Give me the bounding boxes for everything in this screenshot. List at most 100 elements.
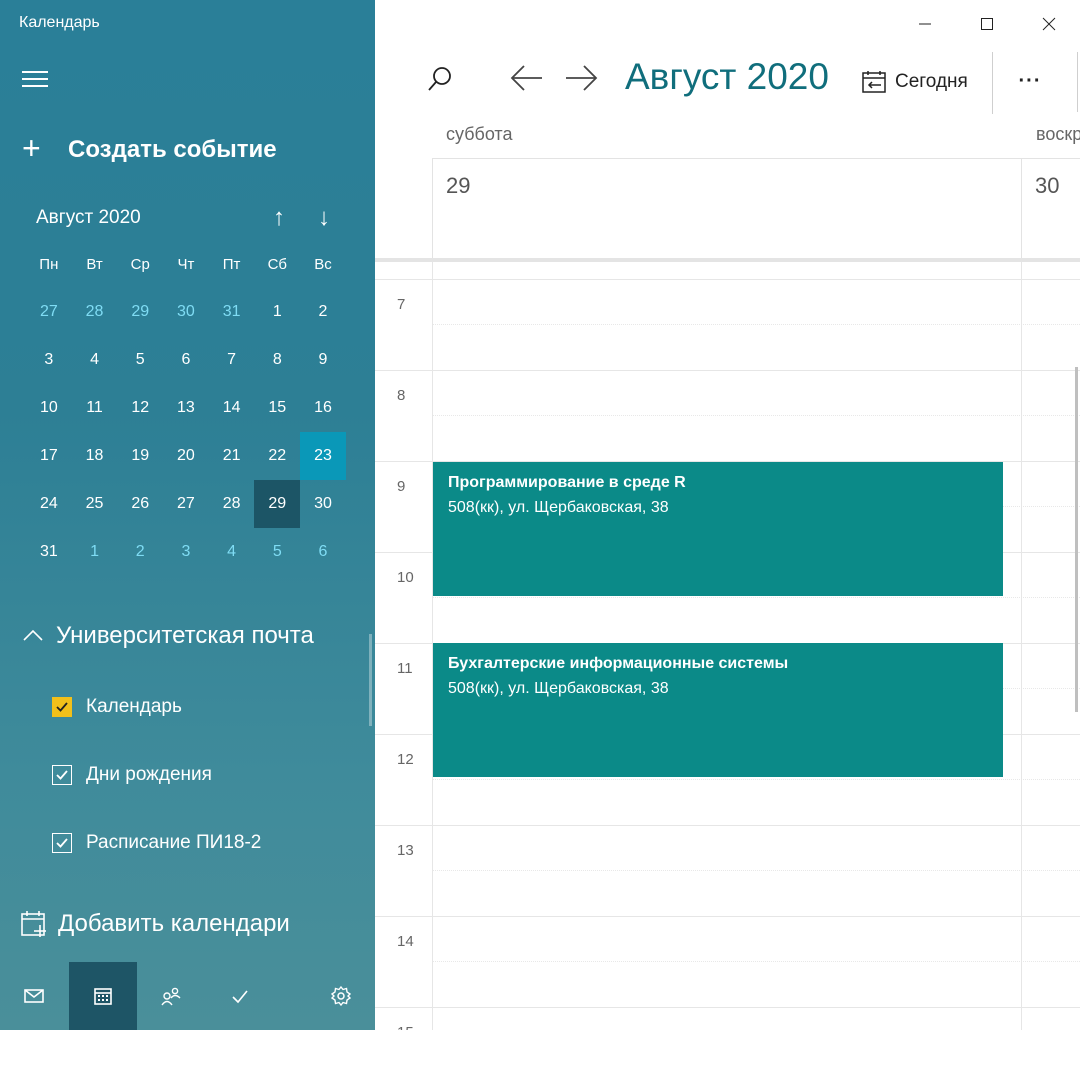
day-column-header[interactable]: 29 <box>432 159 1022 261</box>
today-label: Сегодня <box>895 71 968 92</box>
mini-calendar-day[interactable]: 31 <box>26 528 72 576</box>
mini-calendar-day[interactable]: 6 <box>163 336 209 384</box>
mini-calendar-day[interactable]: 4 <box>209 528 255 576</box>
arrow-left-icon[interactable] <box>509 62 545 94</box>
mini-calendar-day[interactable]: 30 <box>163 288 209 336</box>
weekday-header: воскресенье <box>1036 124 1080 144</box>
mini-calendar-day[interactable]: 28 <box>72 288 118 336</box>
mini-calendar-day[interactable]: 19 <box>117 432 163 480</box>
arrow-down-icon[interactable]: ↓ <box>311 204 337 232</box>
mini-calendar-day[interactable]: 17 <box>26 432 72 480</box>
create-event-label: Создать событие <box>68 136 277 163</box>
mini-calendar-day[interactable]: 20 <box>163 432 209 480</box>
half-hour-line <box>432 415 1080 416</box>
hour-label: 15 <box>397 1024 414 1030</box>
mini-calendar-month[interactable]: Август 2020 <box>36 207 141 228</box>
hour-label: 8 <box>397 387 406 404</box>
mini-calendar-day[interactable]: 31 <box>209 288 255 336</box>
mini-calendar-day[interactable]: 25 <box>72 480 118 528</box>
calendar-toggle-birthdays[interactable]: Дни рождения <box>52 764 212 786</box>
mini-calendar-day[interactable]: 10 <box>26 384 72 432</box>
people-icon[interactable] <box>137 962 205 1030</box>
mini-calendar-week: 27 28 29 30 31 1 2 <box>26 288 346 336</box>
mini-calendar-day[interactable]: 21 <box>209 432 255 480</box>
mini-calendar-day[interactable]: 27 <box>26 288 72 336</box>
hour-label: 14 <box>397 933 414 950</box>
mini-calendar-today[interactable]: 23 <box>300 432 346 480</box>
minimize-icon[interactable] <box>894 0 956 48</box>
mini-calendar-day[interactable]: 13 <box>163 384 209 432</box>
mini-calendar-day[interactable]: 2 <box>300 288 346 336</box>
mini-calendar-day[interactable]: 18 <box>72 432 118 480</box>
todo-icon[interactable] <box>206 962 274 1030</box>
mini-calendar-day[interactable]: 1 <box>72 528 118 576</box>
create-event-button[interactable]: + Создать событие <box>22 132 277 168</box>
day-column-header[interactable]: 30 <box>1021 159 1080 261</box>
more-options-button[interactable]: ··· <box>1015 66 1045 96</box>
checkbox-checked-icon[interactable] <box>52 833 72 853</box>
mini-calendar-day[interactable]: 27 <box>163 480 209 528</box>
hour-row[interactable]: 14 <box>375 916 1080 1007</box>
hour-line <box>375 916 1080 917</box>
calendar-toggle-calendar[interactable]: Календарь <box>52 696 182 718</box>
mini-calendar-day[interactable]: 29 <box>117 288 163 336</box>
grid-scrollbar[interactable] <box>1075 367 1078 712</box>
hour-row[interactable]: 8 <box>375 370 1080 461</box>
checkbox-checked-icon[interactable] <box>52 697 72 717</box>
mini-calendar-day[interactable]: 12 <box>117 384 163 432</box>
calendar-icon[interactable] <box>69 962 137 1030</box>
mini-calendar-day[interactable]: 6 <box>300 528 346 576</box>
hamburger-menu-icon[interactable] <box>22 68 48 90</box>
hour-row[interactable]: 7 <box>375 279 1080 370</box>
hour-line <box>375 1007 1080 1008</box>
hour-label: 9 <box>397 478 406 495</box>
mini-calendar-day[interactable]: 3 <box>163 528 209 576</box>
mini-calendar-day[interactable]: 14 <box>209 384 255 432</box>
hour-row[interactable]: 15 <box>375 1007 1080 1030</box>
hour-label: 7 <box>397 296 406 313</box>
mini-calendar-selected-day[interactable]: 29 <box>254 480 301 528</box>
hour-label: 10 <box>397 569 414 586</box>
hour-label: 12 <box>397 751 414 768</box>
add-calendars-label: Добавить календари <box>58 910 290 937</box>
mini-calendar-day[interactable]: 5 <box>254 528 300 576</box>
mini-calendar-day[interactable]: 3 <box>26 336 72 384</box>
mini-calendar-day[interactable]: 1 <box>254 288 300 336</box>
mini-calendar-day[interactable]: 26 <box>117 480 163 528</box>
calendar-event[interactable]: Программирование в среде R 508(кк), ул. … <box>433 462 1003 596</box>
mini-calendar-day[interactable]: 16 <box>300 384 346 432</box>
calendar-toggle-schedule[interactable]: Расписание ПИ18-2 <box>52 832 261 854</box>
mini-calendar-day[interactable]: 28 <box>209 480 255 528</box>
today-button[interactable]: Сегодня <box>861 66 968 98</box>
mail-icon[interactable] <box>0 962 68 1030</box>
weekday-label: Чт <box>177 255 195 273</box>
mini-calendar-day[interactable]: 24 <box>26 480 72 528</box>
calendar-event[interactable]: Бухгалтерские информационные системы 508… <box>433 643 1003 777</box>
mini-calendar-day[interactable]: 8 <box>254 336 300 384</box>
mini-calendar-day[interactable]: 22 <box>254 432 300 480</box>
hour-row[interactable]: 13 <box>375 825 1080 916</box>
mini-calendar-day[interactable]: 7 <box>209 336 255 384</box>
settings-icon[interactable] <box>307 962 375 1030</box>
current-month-title[interactable]: Август 2020 <box>625 56 829 98</box>
mini-calendar-day[interactable]: 4 <box>72 336 118 384</box>
mini-calendar-day[interactable]: 11 <box>72 384 118 432</box>
checkbox-checked-icon[interactable] <box>52 765 72 785</box>
mini-calendar-week: 3456789 <box>26 336 346 384</box>
add-calendars-button[interactable]: Добавить календари <box>20 910 290 938</box>
sidebar-scrollbar[interactable] <box>369 634 372 726</box>
arrow-right-icon[interactable] <box>563 62 599 94</box>
mini-calendar-day[interactable]: 9 <box>300 336 346 384</box>
hour-line <box>375 370 1080 371</box>
close-icon[interactable] <box>1018 0 1080 48</box>
time-grid[interactable]: 7 8 9 10 11 12 13 14 15 Программирование в среде… <box>375 262 1080 1030</box>
mini-calendar-day[interactable]: 5 <box>117 336 163 384</box>
mini-calendar-day[interactable]: 15 <box>254 384 300 432</box>
mini-calendar-day[interactable]: 30 <box>300 480 346 528</box>
account-section-toggle[interactable]: Университетская почта <box>22 622 314 650</box>
maximize-icon[interactable] <box>956 0 1018 48</box>
mini-calendar-day[interactable]: 2 <box>117 528 163 576</box>
search-icon[interactable] <box>425 64 455 94</box>
add-calendar-icon <box>21 911 46 937</box>
arrow-up-icon[interactable]: ↑ <box>266 204 292 232</box>
